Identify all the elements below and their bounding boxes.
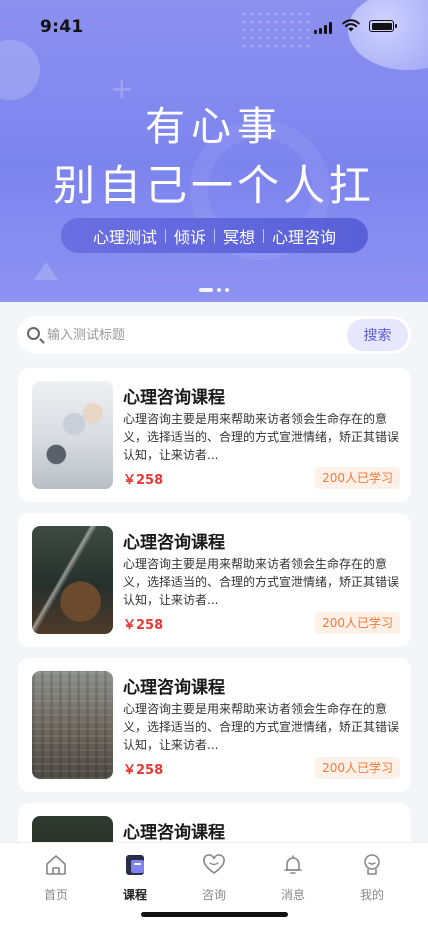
carousel-indicator <box>199 288 229 292</box>
hero-subheadline: 别自己一个人扛 <box>52 161 375 210</box>
search-button[interactable]: 搜索 <box>347 319 408 351</box>
course-card[interactable]: 心理咨询课程 心理咨询主要是用来帮助来访者领会生命存在的意义，选择适当的、合理的… <box>18 513 411 647</box>
tab-messages[interactable]: 消息 <box>263 853 323 903</box>
search-bar: 搜索 <box>17 316 411 354</box>
tag-meditation[interactable]: 冥想 <box>215 224 263 248</box>
learner-count-badge: 200人已学习 <box>315 467 400 489</box>
learner-count-badge: 200人已学习 <box>315 757 400 779</box>
hero-headline: 有心事 <box>145 104 283 150</box>
wifi-icon <box>342 19 360 32</box>
course-title: 心理咨询课程 <box>123 823 225 843</box>
course-title: 心理咨询课程 <box>123 678 225 698</box>
tab-label: 我的 <box>359 888 384 902</box>
tab-course[interactable]: 课程 <box>105 853 165 903</box>
course-thumbnail <box>32 381 113 489</box>
tag-counseling[interactable]: 心理咨询 <box>264 224 344 248</box>
learner-count-badge: 200人已学习 <box>315 612 400 634</box>
heart-icon <box>203 854 225 874</box>
course-price: ￥258 <box>123 473 164 488</box>
tab-home[interactable]: 首页 <box>26 853 86 903</box>
status-time: 9:41 <box>40 17 84 37</box>
course-title: 心理咨询课程 <box>123 388 225 408</box>
course-card[interactable]: 心理咨询课程 心理咨询主要是用来帮助来访者领会生命存在的意义，选择适当的、合理的… <box>18 368 411 502</box>
tab-profile[interactable]: 我的 <box>342 853 402 903</box>
carousel-dot-active <box>199 288 213 292</box>
course-price: ￥258 <box>123 618 164 633</box>
course-thumbnail <box>32 526 113 634</box>
course-price: ￥258 <box>123 763 164 778</box>
course-description: 心理咨询主要是用来帮助来访者领会生命存在的意义，选择适当的、合理的方式宣泄情绪，… <box>123 557 400 607</box>
battery-icon <box>369 20 397 32</box>
home-icon <box>46 855 66 875</box>
hero-banner[interactable]: + 9:41 有心事 别自己一个人扛 心理测试 倾诉 冥想 心理咨询 <box>0 0 428 302</box>
carousel-dot <box>217 288 221 292</box>
course-thumbnail <box>32 671 113 779</box>
tab-label: 咨询 <box>201 888 226 902</box>
tab-label: 课程 <box>122 888 147 902</box>
course-description: 心理咨询主要是用来帮助来访者领会生命存在的意义，选择适当的、合理的方式宣泄情绪，… <box>123 412 400 462</box>
search-input[interactable] <box>47 325 327 345</box>
course-card[interactable]: 心理咨询课程 心理咨询主要是用来帮助来访者领会生命存在的意义，选择适当的、合理的… <box>18 658 411 792</box>
course-title: 心理咨询课程 <box>123 533 225 553</box>
tag-confide[interactable]: 倾诉 <box>166 224 214 248</box>
home-indicator <box>141 912 288 917</box>
course-description: 心理咨询主要是用来帮助来访者领会生命存在的意义，选择适当的、合理的方式宣泄情绪，… <box>123 702 400 752</box>
bell-icon <box>284 855 302 874</box>
cellular-signal-icon <box>314 22 332 34</box>
status-bar: 9:41 <box>0 0 428 54</box>
profile-icon <box>364 854 380 875</box>
tab-label: 首页 <box>43 888 68 902</box>
carousel-dot <box>225 288 229 292</box>
tab-label: 消息 <box>280 888 305 902</box>
hero-tag-bar: 心理测试 倾诉 冥想 心理咨询 <box>61 218 368 253</box>
tab-consult[interactable]: 咨询 <box>184 853 244 903</box>
course-icon <box>126 855 144 875</box>
search-icon <box>27 327 40 340</box>
tag-psych-test[interactable]: 心理测试 <box>85 224 165 248</box>
decor-triangle <box>34 262 58 280</box>
